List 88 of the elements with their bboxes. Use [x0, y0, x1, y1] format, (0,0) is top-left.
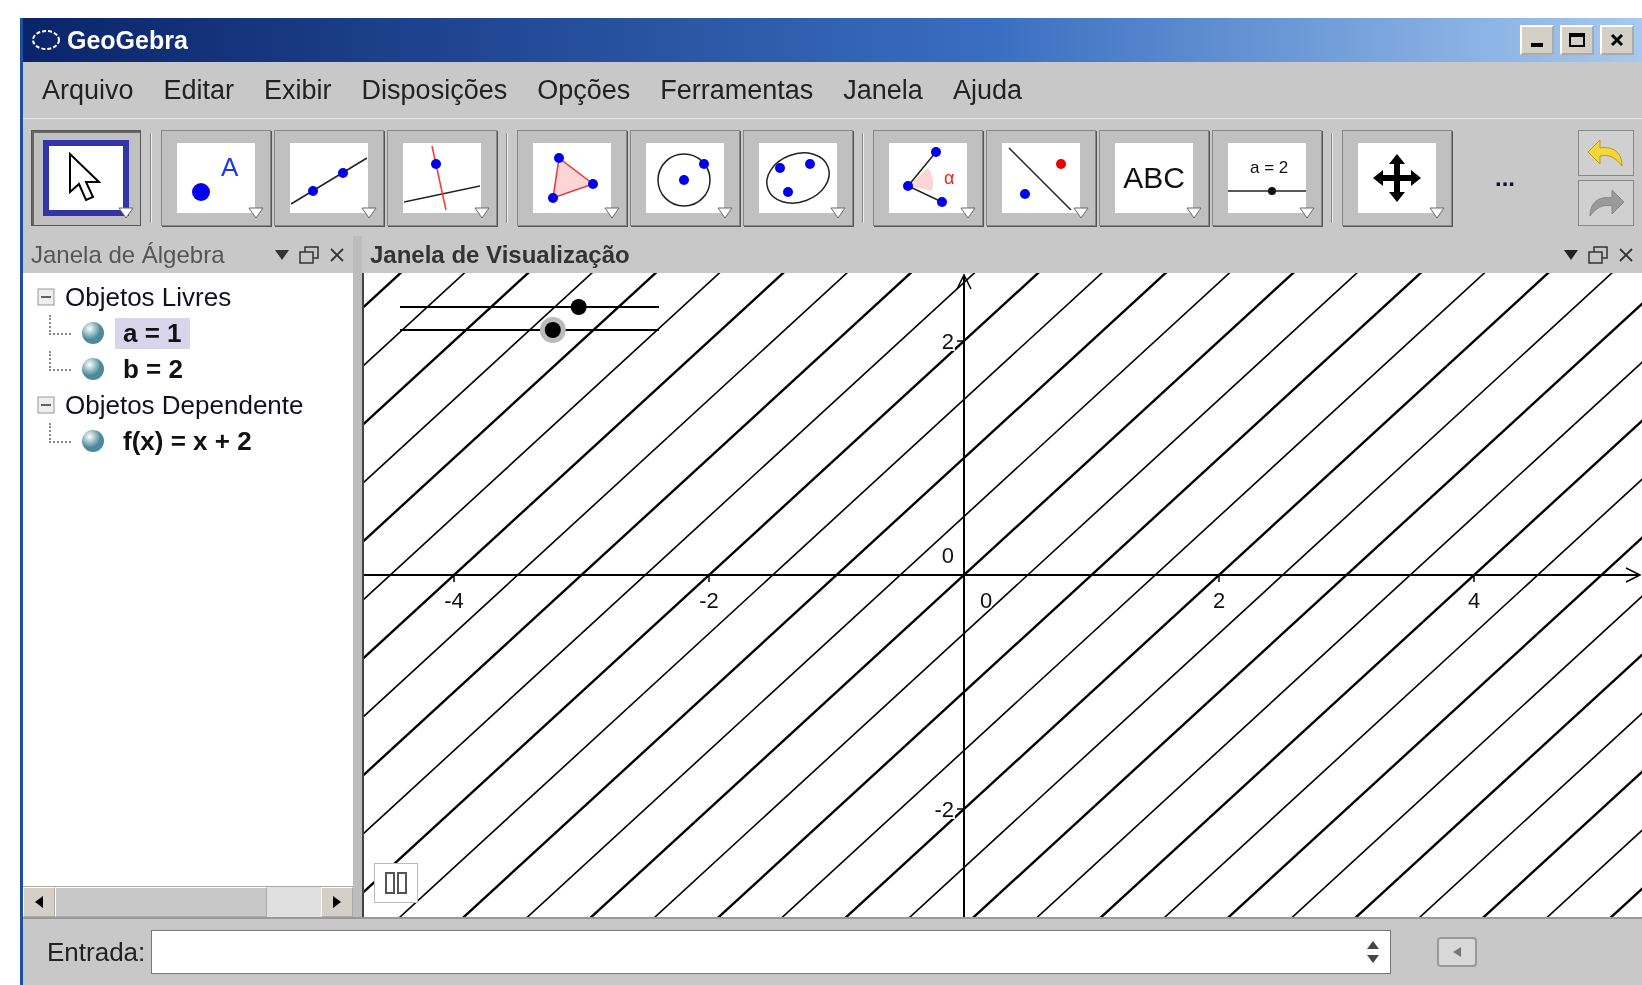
more-tools-button[interactable]: ... — [1495, 163, 1515, 192]
slider-icon — [1228, 186, 1306, 195]
text-tool-label: ABC — [1123, 160, 1185, 195]
left-arrow-icon[interactable] — [34, 895, 44, 909]
left-triangle-icon — [1451, 946, 1464, 958]
tool-button[interactable]: ABC — [1099, 129, 1209, 226]
tool-button[interactable]: α — [873, 129, 983, 226]
collapse-icon[interactable] — [37, 396, 55, 414]
dropdown-triangle-icon — [118, 206, 134, 219]
restore-window-icon[interactable] — [1588, 245, 1608, 264]
algebra-object[interactable]: a = 1 — [115, 317, 190, 349]
graphics-canvas[interactable]: -4 -2 0 2 4 2 0 -2 — [362, 273, 1642, 917]
point-label: A — [221, 151, 239, 182]
dropdown-arrow-icon[interactable] — [1564, 249, 1578, 260]
tool-button[interactable] — [743, 129, 853, 226]
tree-connector-line — [49, 315, 71, 335]
right-arrow-icon[interactable] — [332, 895, 342, 909]
tool-button[interactable] — [31, 129, 141, 226]
slider-point[interactable] — [539, 317, 566, 343]
point-icon — [192, 182, 210, 201]
menu-item[interactable]: Janela — [828, 74, 938, 106]
tool-button[interactable]: A — [161, 129, 271, 226]
y-tick-label: 2 — [941, 329, 954, 354]
tree-connector-line — [49, 351, 71, 371]
horizontal-scrollbar[interactable] — [23, 886, 353, 917]
dropdown-arrow-icon[interactable] — [275, 249, 289, 260]
maximize-icon — [1569, 33, 1585, 47]
dropdown-triangle-icon — [248, 206, 264, 219]
x-tick-label: 0 — [979, 588, 993, 613]
dropdown-triangle-icon — [361, 206, 377, 219]
tool-button[interactable]: a = 2 — [1212, 129, 1322, 226]
pause-button[interactable] — [374, 863, 418, 903]
dropdown-triangle-icon — [1429, 206, 1445, 219]
panel-title: Janela de Visualização — [370, 240, 631, 269]
menu-item[interactable]: Ajuda — [937, 74, 1037, 106]
tool-button[interactable] — [630, 129, 740, 226]
slider-point[interactable] — [570, 299, 587, 315]
group-label[interactable]: Objetos Dependente — [65, 389, 304, 421]
dropdown-triangle-icon — [474, 206, 490, 219]
angle-label: α — [944, 167, 955, 188]
tree-connector-line — [49, 423, 71, 443]
minimize-button[interactable] — [1520, 25, 1554, 55]
pause-icon — [383, 871, 409, 895]
x-tick-label: -2 — [699, 588, 719, 613]
input-label: Entrada: — [47, 936, 146, 968]
panel-title: Janela de Álgebra — [31, 240, 226, 269]
dropdown-triangle-icon — [830, 206, 846, 219]
ellipse-logo-icon — [31, 29, 61, 51]
tool-button[interactable] — [1342, 129, 1452, 226]
x-tick-label: -4 — [444, 588, 464, 613]
menu-item[interactable]: Ferramentas — [645, 74, 829, 106]
tool-button[interactable] — [517, 129, 627, 226]
toggle-keyboard-button[interactable] — [1437, 937, 1478, 967]
close-icon[interactable] — [329, 246, 345, 263]
minimize-icon — [1531, 43, 1543, 47]
close-icon — [1610, 33, 1624, 47]
dropdown-triangle-icon — [717, 206, 733, 219]
menu-item[interactable]: Arquivo — [27, 74, 149, 106]
visibility-ball-icon[interactable] — [81, 429, 105, 453]
menu-item[interactable]: Exibir — [249, 74, 347, 106]
x-tick-label: 4 — [1467, 588, 1481, 613]
maximize-button[interactable] — [1560, 25, 1594, 55]
dropdown-triangle-icon — [604, 206, 620, 219]
input-field[interactable] — [151, 930, 1392, 974]
y-tick-label: -2 — [934, 797, 954, 822]
dropdown-triangle-icon — [960, 206, 976, 219]
up-down-arrows-icon[interactable] — [1366, 939, 1381, 965]
menu-item[interactable]: Opções — [522, 74, 646, 106]
close-button[interactable] — [1600, 25, 1634, 55]
algebra-object[interactable]: f(x) = x + 2 — [115, 425, 260, 457]
menu-item[interactable]: Editar — [148, 74, 250, 106]
menu-item[interactable]: Disposições — [346, 74, 523, 106]
x-tick-label: 2 — [1212, 588, 1226, 613]
algebra-object[interactable]: b = 2 — [115, 353, 191, 385]
close-icon[interactable] — [1618, 246, 1634, 263]
perpendicular-line-icon — [404, 145, 480, 210]
window-title: GeoGebra — [67, 25, 189, 55]
slider-tool-label: a = 2 — [1250, 157, 1289, 177]
collapse-icon[interactable] — [37, 288, 55, 306]
visibility-ball-icon[interactable] — [81, 321, 105, 345]
restore-window-icon[interactable] — [299, 245, 319, 264]
tool-button[interactable] — [274, 129, 384, 226]
dropdown-triangle-icon — [1186, 206, 1202, 219]
visibility-ball-icon[interactable] — [81, 357, 105, 381]
dropdown-triangle-icon — [1299, 206, 1315, 219]
group-label[interactable]: Objetos Livres — [65, 281, 232, 313]
dropdown-triangle-icon — [1073, 206, 1089, 219]
y-tick-label: 0 — [941, 543, 954, 568]
